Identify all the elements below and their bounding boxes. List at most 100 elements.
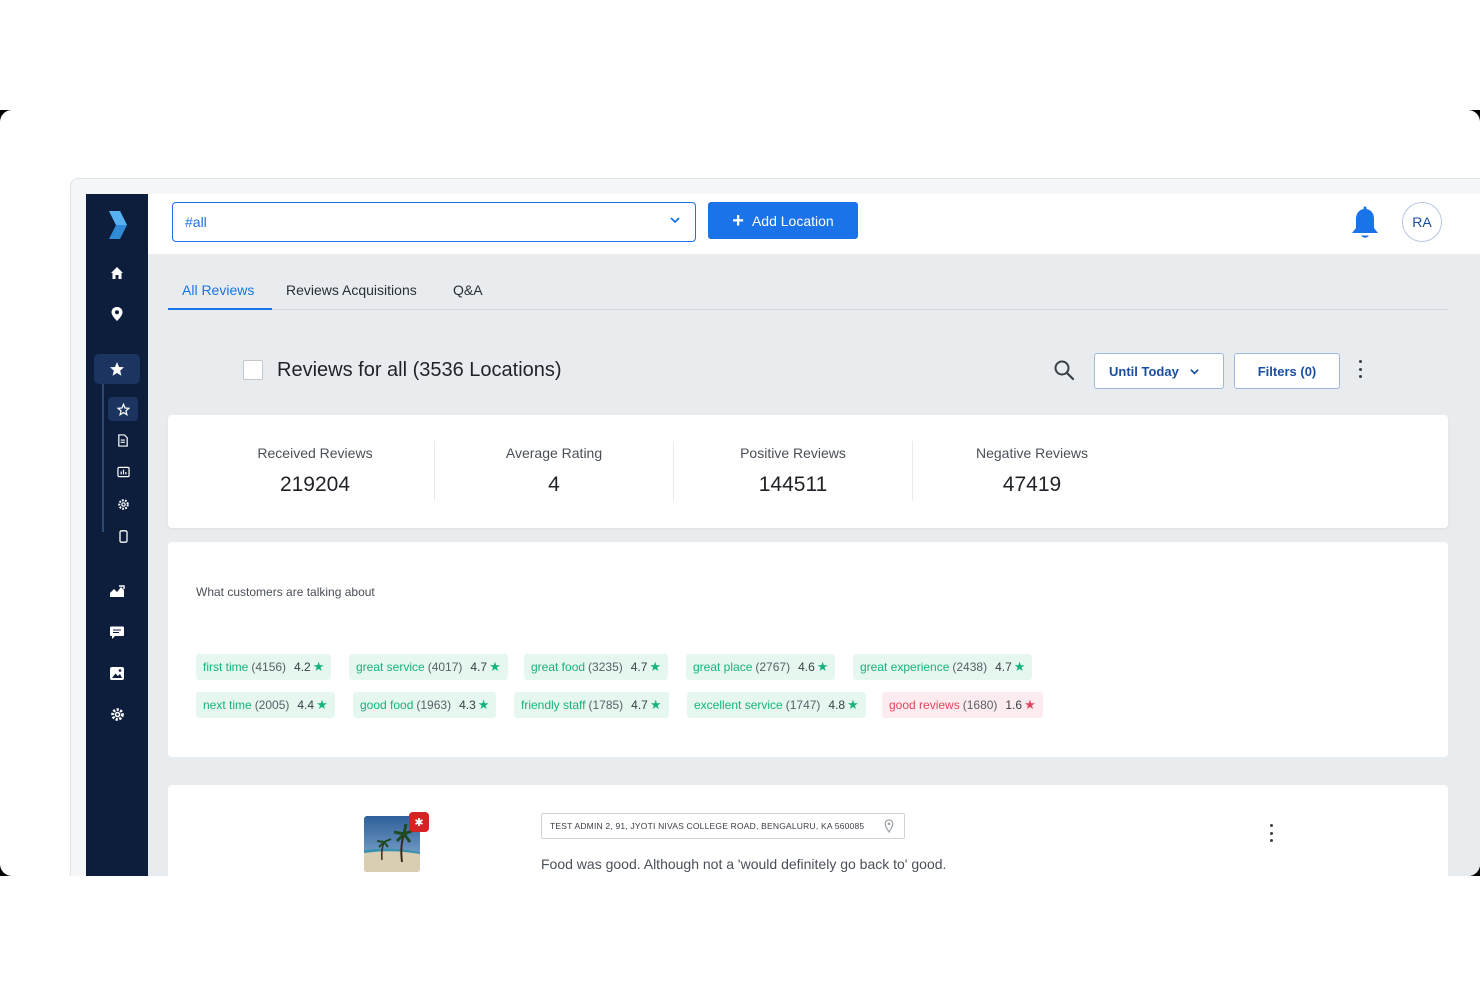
star-icon: ★	[1024, 697, 1036, 712]
star-icon: ★	[847, 697, 859, 712]
review-more-options-icon[interactable]	[1268, 824, 1274, 842]
chip-count: (1785)	[588, 698, 624, 712]
plus-icon: +	[732, 209, 744, 232]
photos-icon[interactable]	[102, 658, 132, 688]
topic-chip[interactable]: good reviews (1680) 1.6 ★	[882, 692, 1043, 718]
star-icon: ★	[489, 659, 501, 674]
more-options-icon[interactable]	[1357, 360, 1363, 378]
add-location-button[interactable]: + Add Location	[708, 202, 858, 239]
gear-icon[interactable]	[108, 492, 138, 516]
stat-label: Negative Reviews	[975, 445, 1089, 461]
chat-icon[interactable]	[102, 617, 132, 647]
topic-chip[interactable]: great place (2767) 4.6 ★	[686, 654, 836, 680]
chip-term: great service	[356, 660, 425, 674]
tab-label: Q&A	[453, 282, 483, 298]
star-icon: ★	[816, 659, 829, 674]
avatar-initials: RA	[1412, 214, 1432, 230]
star-icon: ★	[1013, 659, 1026, 674]
chip-term: friendly staff	[521, 698, 586, 712]
star-icon: ★	[649, 697, 662, 712]
chip-rating: 4.7	[470, 660, 488, 674]
topic-chip[interactable]: friendly staff (1785) 4.7 ★	[514, 692, 669, 718]
chip-rating: 4.6	[798, 660, 815, 674]
topic-chip[interactable]: great experience (2438) 4.7 ★	[853, 654, 1033, 680]
tab-all-reviews[interactable]: All Reviews	[168, 278, 272, 310]
star-icon: ★	[477, 697, 490, 712]
filters-button[interactable]: Filters (0)	[1234, 353, 1340, 389]
chip-count: (4156)	[251, 660, 287, 674]
chevron-down-icon	[1190, 368, 1199, 375]
chip-term: first time	[203, 660, 249, 674]
date-range-label: Until Today	[1109, 363, 1179, 379]
chip-term: excellent service	[694, 698, 783, 712]
stat-positive-reviews: Positive Reviews 144511	[673, 415, 913, 528]
chip-count: (1680)	[962, 698, 998, 712]
report-icon[interactable]	[108, 460, 138, 484]
stat-label: Positive Reviews	[740, 445, 846, 461]
location-select-value: #all	[185, 214, 207, 230]
search-icon[interactable]	[1052, 358, 1076, 382]
document-icon[interactable]	[108, 428, 138, 452]
tab-label: Reviews Acquisitions	[286, 282, 417, 298]
chip-count: (2767)	[755, 660, 791, 674]
chip-rating: 4.3	[459, 698, 476, 712]
stat-average-rating: Average Rating 4	[434, 415, 674, 528]
location-pin-icon[interactable]	[102, 299, 132, 329]
location-pin-icon	[884, 819, 894, 833]
notification-bell-icon[interactable]	[1348, 206, 1382, 242]
topic-chip[interactable]: excellent service (1747) 4.8 ★	[687, 692, 866, 718]
settings-icon[interactable]	[102, 699, 132, 729]
chip-count: (3235)	[588, 660, 623, 674]
top-bar: #all + Add Location RA	[148, 194, 1480, 254]
topic-chip[interactable]: next time (2005) 4.4 ★	[196, 692, 335, 718]
app-container: #all + Add Location RA All Reviews Revie…	[86, 194, 1480, 876]
topic-chip[interactable]: great food (3235) 4.7 ★	[524, 654, 669, 680]
brand-logo-icon[interactable]	[106, 210, 128, 240]
chip-term: great experience	[860, 660, 950, 674]
chip-term: great place	[693, 660, 753, 674]
chip-count: (2005)	[254, 698, 290, 712]
select-all-checkbox[interactable]	[243, 360, 263, 380]
chip-rating: 4.8	[828, 698, 846, 712]
home-icon[interactable]	[102, 258, 132, 288]
star-icon: ★	[316, 697, 328, 712]
stat-value: 4	[548, 473, 560, 496]
yelp-icon: ✱	[409, 812, 429, 832]
review-tabs: All Reviews Reviews Acquisitions Q&A	[168, 278, 1448, 310]
add-location-label: Add Location	[751, 212, 834, 229]
topic-chip[interactable]: first time (4156) 4.2 ★	[196, 654, 332, 680]
user-avatar[interactable]: RA	[1402, 202, 1442, 242]
mobile-icon[interactable]	[108, 524, 138, 548]
chip-term: great food	[531, 660, 586, 674]
chip-count: (2438)	[952, 660, 988, 674]
topic-chip[interactable]: good food (1963) 4.3 ★	[353, 692, 497, 718]
chevron-down-icon	[670, 217, 680, 224]
chip-count: (1963)	[416, 698, 452, 712]
chip-term: next time	[203, 698, 252, 712]
stat-received-reviews: Received Reviews 219204	[195, 415, 435, 528]
date-range-dropdown[interactable]: Until Today	[1094, 353, 1224, 389]
analytics-icon[interactable]	[102, 576, 132, 606]
stat-value: 47419	[1002, 473, 1062, 496]
address-text: TEST ADMIN 2, 91, JYOTI NIVAS COLLEGE RO…	[550, 821, 865, 831]
screenshot-band: #all + Add Location RA All Reviews Revie…	[0, 110, 1480, 876]
star-outline-icon[interactable]	[108, 397, 138, 421]
star-icon: ★	[312, 659, 325, 674]
submenu-rail	[102, 384, 104, 532]
star-icon[interactable]	[94, 354, 140, 384]
chip-term: good reviews	[889, 698, 960, 712]
reviews-title: Reviews for all (3536 Locations)	[277, 359, 562, 381]
topic-chip[interactable]: great service (4017) 4.7 ★	[349, 654, 508, 680]
topics-card: What customers are talking about first t…	[168, 542, 1448, 757]
chip-rating: 1.6	[1005, 698, 1023, 712]
review-card: ✱ TEST ADMIN 2, 91, JYOTI NIVAS COLLEGE …	[168, 785, 1448, 876]
stat-value: 144511	[758, 473, 828, 496]
location-address-tag[interactable]: TEST ADMIN 2, 91, JYOTI NIVAS COLLEGE RO…	[541, 813, 905, 839]
location-select[interactable]: #all	[172, 202, 696, 242]
tab-reviews-acquisitions[interactable]: Reviews Acquisitions	[286, 278, 417, 310]
stat-label: Average Rating	[505, 445, 603, 461]
stat-negative-reviews: Negative Reviews 47419	[912, 415, 1152, 528]
tab-label: All Reviews	[182, 282, 255, 298]
tab-qa[interactable]: Q&A	[453, 278, 483, 310]
chip-rating: 4.7	[631, 698, 648, 712]
